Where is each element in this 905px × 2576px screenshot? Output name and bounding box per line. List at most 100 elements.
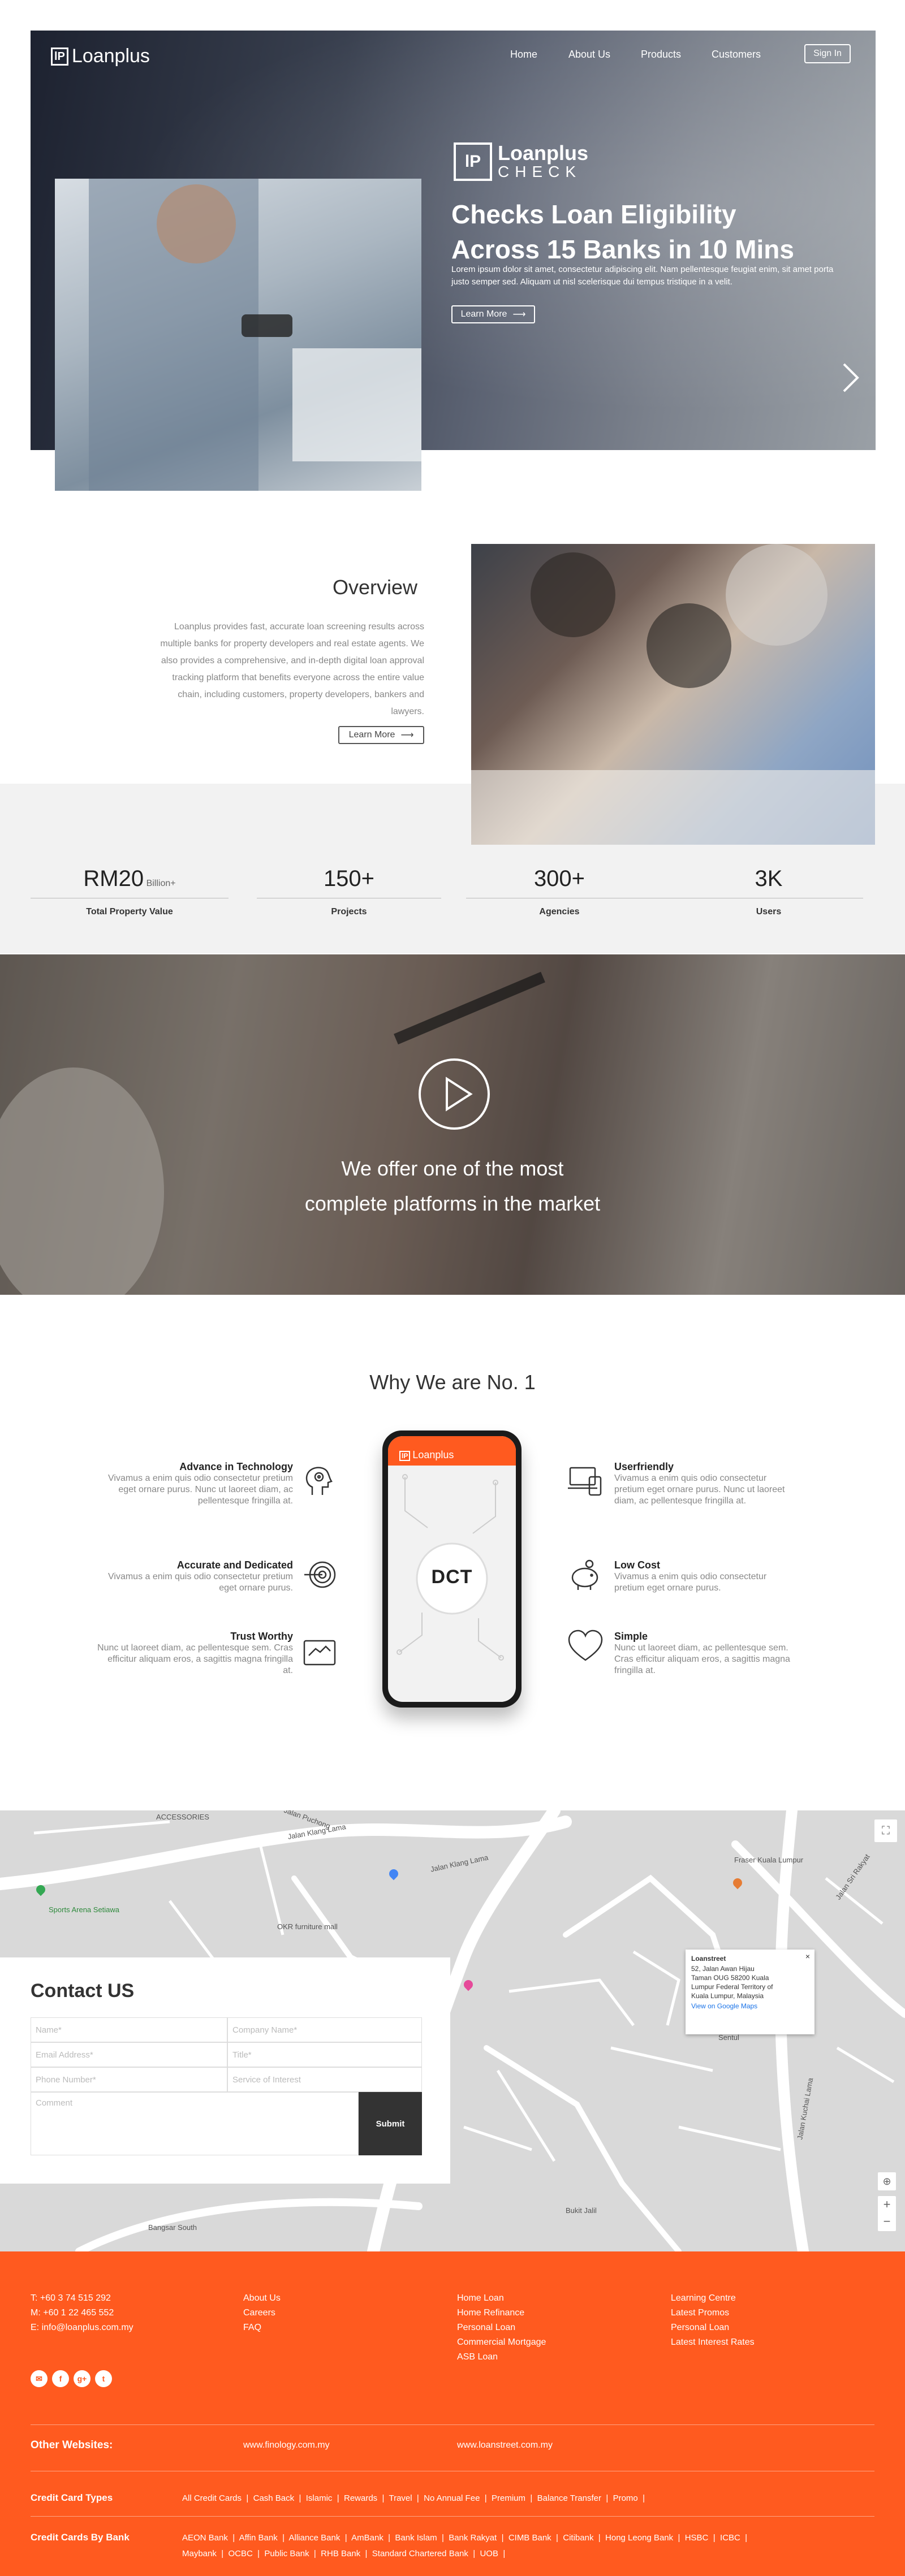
separator: | [332, 2493, 344, 2503]
bank-link[interactable]: OCBC [228, 2549, 252, 2558]
service-of-interest-field[interactable]: Service of Interest [227, 2067, 422, 2092]
company-name-field[interactable]: Company Name* [227, 2017, 422, 2042]
zoom-out-icon[interactable]: − [878, 2213, 896, 2230]
footer-link[interactable]: Personal Loan [671, 2320, 755, 2335]
bank-link[interactable]: HSBC [685, 2533, 709, 2543]
bank-link[interactable]: AEON Bank [182, 2533, 228, 2543]
comment-field[interactable]: Comment [31, 2092, 359, 2155]
credit-card-type-link[interactable]: Islamic [306, 2493, 333, 2503]
credit-card-type-link[interactable]: Travel [389, 2493, 412, 2503]
stat-value: 150+ [323, 866, 375, 891]
bank-link[interactable]: CIMB Bank [508, 2533, 551, 2543]
footer-col-loans: Home Loan Home Refinance Personal Loan C… [457, 2291, 546, 2365]
social-links: ✉ f g+ t [31, 2370, 117, 2387]
bank-link[interactable]: RHB Bank [321, 2549, 360, 2558]
feature-low-cost: Low Cost Vivamus a enim quis odio consec… [614, 1559, 795, 1594]
map-popup-link[interactable]: View on Google Maps [691, 2002, 809, 2011]
footer-link[interactable]: Home Refinance [457, 2306, 546, 2320]
footer-col-company: About Us Careers FAQ [243, 2291, 281, 2335]
footer-link[interactable]: Latest Interest Rates [671, 2335, 755, 2350]
footer-link[interactable]: Latest Promos [671, 2306, 755, 2320]
name-field[interactable]: Name* [31, 2017, 227, 2042]
email-icon[interactable]: ✉ [31, 2370, 48, 2387]
map-info-popup: Loanstreet 52, Jalan Awan Hijau Taman OU… [686, 1950, 815, 2034]
feature-desc: Vivamus a enim quis odio consectetur pre… [614, 1473, 785, 1506]
google-plus-icon[interactable]: g+ [74, 2370, 90, 2387]
credit-card-type-link[interactable]: Rewards [344, 2493, 377, 2503]
footer-link[interactable]: Learning Centre [671, 2291, 755, 2306]
stat-value: RM20 [83, 866, 144, 891]
map-label: OKR furniture mall [277, 1922, 338, 1931]
footer-link[interactable]: Commercial Mortgage [457, 2335, 546, 2350]
other-website-link[interactable]: www.loanstreet.com.my [457, 2438, 553, 2453]
zoom-in-icon[interactable]: + [878, 2196, 896, 2213]
credit-card-type-link[interactable]: Premium [492, 2493, 525, 2503]
separator: | [497, 2533, 508, 2543]
credit-card-type-link[interactable]: Balance Transfer [537, 2493, 601, 2503]
phone-logo-mark: lP [399, 1451, 411, 1461]
play-video-icon[interactable] [417, 1057, 491, 1131]
map-popup-address: 52, Jalan Awan Hijau Taman OUG 58200 Kua… [691, 1965, 773, 2000]
next-slide-icon[interactable] [836, 361, 864, 395]
credit-card-type-link[interactable]: Promo [613, 2493, 638, 2503]
footer-email[interactable]: E: info@loanplus.com.my [31, 2320, 133, 2335]
stat-property-value: RM20 Billion+ [31, 866, 229, 892]
feature-title: Advance in Technology [179, 1461, 293, 1472]
bank-link[interactable]: AmBank [351, 2533, 383, 2543]
nav-products[interactable]: Products [641, 49, 681, 60]
nav-about-us[interactable]: About Us [568, 49, 610, 60]
bank-link[interactable]: Maybank [182, 2549, 217, 2558]
bank-list-row: AEON Bank | Affin Bank | Alliance Bank |… [182, 2533, 752, 2543]
separator: | [340, 2533, 352, 2543]
bank-link[interactable]: Bank Rakyat [449, 2533, 497, 2543]
credit-card-type-link[interactable]: Cash Back [253, 2493, 295, 2503]
footer-link[interactable]: FAQ [243, 2320, 281, 2335]
bank-link[interactable]: Bank Islam [395, 2533, 437, 2543]
separator: | [309, 2549, 321, 2558]
hero-badge-sub: CHECK [498, 163, 582, 180]
bank-link[interactable]: Hong Leong Bank [605, 2533, 673, 2543]
bank-link[interactable]: UOB [480, 2549, 498, 2558]
feature-desc: Vivamus a enim quis odio consectetur pre… [108, 1473, 293, 1506]
email-field[interactable]: Email Address* [31, 2042, 227, 2067]
bank-link[interactable]: ICBC [720, 2533, 740, 2543]
footer-link[interactable]: Home Loan [457, 2291, 546, 2306]
nav-customers[interactable]: Customers [712, 49, 761, 60]
bank-link[interactable]: Standard Chartered Bank [372, 2549, 468, 2558]
credit-card-type-link[interactable]: All Credit Cards [182, 2493, 242, 2503]
separator: | [525, 2493, 537, 2503]
overview-learn-more-button[interactable]: Learn More ⟶ [338, 726, 424, 744]
footer-link[interactable]: Careers [243, 2306, 281, 2320]
logo[interactable]: lP Loanplus [51, 45, 150, 67]
bank-link[interactable]: Alliance Bank [288, 2533, 340, 2543]
map-label: ACCESSORIES [156, 1813, 209, 1821]
sign-in-button[interactable]: Sign In [804, 44, 851, 63]
separator: | [242, 2493, 253, 2503]
submit-button[interactable]: Submit [359, 2092, 422, 2155]
footer-link[interactable]: Personal Loan [457, 2320, 546, 2335]
fullscreen-icon[interactable]: ⛶ [874, 1819, 897, 1842]
bank-link[interactable]: Affin Bank [239, 2533, 278, 2543]
separator: | [593, 2533, 606, 2543]
footer-mobile: M: +60 1 22 465 552 [31, 2308, 114, 2318]
separator: | [216, 2549, 229, 2558]
my-location-icon[interactable]: ⊕ [878, 2172, 896, 2190]
gear-head-icon [301, 1462, 338, 1499]
bank-link[interactable]: Public Bank [264, 2549, 309, 2558]
other-website-link[interactable]: www.finology.com.my [243, 2438, 330, 2453]
feature-title: Accurate and Dedicated [176, 1559, 293, 1571]
hero-learn-more-button[interactable]: Learn More ⟶ [451, 305, 535, 323]
bank-link[interactable]: Citibank [563, 2533, 593, 2543]
footer-link[interactable]: About Us [243, 2291, 281, 2306]
nav-home[interactable]: Home [510, 49, 537, 60]
loanplus-check-logo-icon: lP [454, 142, 492, 181]
close-icon[interactable]: × [805, 1952, 810, 1961]
separator: | [740, 2533, 752, 2543]
facebook-icon[interactable]: f [52, 2370, 69, 2387]
title-field[interactable]: Title* [227, 2042, 422, 2067]
twitter-icon[interactable]: t [95, 2370, 112, 2387]
footer-link[interactable]: ASB Loan [457, 2350, 546, 2365]
phone-field[interactable]: Phone Number* [31, 2067, 227, 2092]
credit-card-type-link[interactable]: No Annual Fee [424, 2493, 480, 2503]
credit-card-types-label: Credit Card Types [31, 2492, 113, 2503]
